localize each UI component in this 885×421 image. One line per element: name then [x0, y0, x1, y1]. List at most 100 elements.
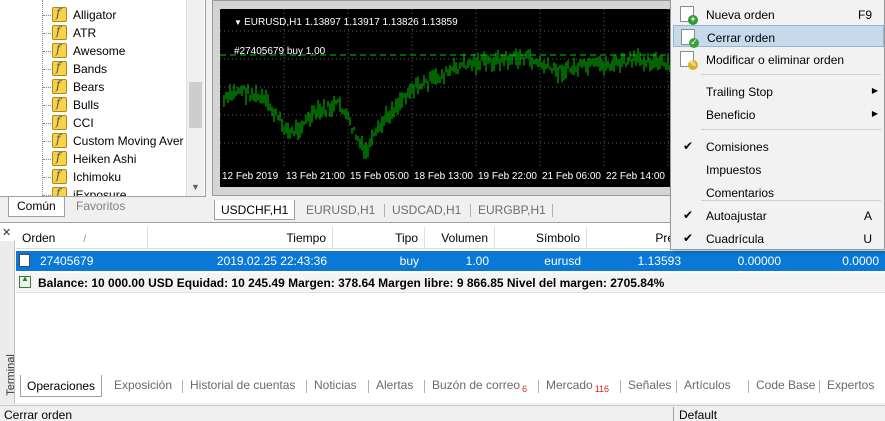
order-time: 2019.02.25 22:43:36	[216, 254, 327, 268]
tab-usdchf-h1[interactable]: USDCHF,H1	[214, 200, 296, 220]
column-header-simbolo[interactable]: Símbolo	[495, 227, 587, 249]
tree-item-label: Bears	[73, 80, 105, 94]
order-take-profit: 0.0000	[842, 254, 879, 268]
tree-item-alligator[interactable]: Alligator	[0, 6, 186, 24]
menu-item-nueva-orden[interactable]: + Nueva orden F9	[673, 3, 884, 25]
tab-favoritos[interactable]: Favoritos	[68, 197, 133, 217]
tree-item-iexposure[interactable]: iExposure	[0, 186, 186, 196]
time-axis-label: 19 Feb 22:00	[478, 171, 537, 182]
column-header-tiempo[interactable]: Tiempo	[148, 227, 333, 249]
close-order-icon: ✓	[681, 29, 699, 48]
tab-buzon-de-correo[interactable]: Buzón de correo 6	[426, 376, 533, 396]
order-type: buy	[399, 254, 419, 268]
tab-exposicion[interactable]: Exposición	[108, 376, 178, 396]
menu-item-impuestos[interactable]: Impuestos	[673, 158, 884, 180]
time-axis-label: 21 Feb 06:00	[542, 171, 601, 182]
navigator-scrollbar[interactable]: ▼	[186, 0, 204, 196]
tab-senales[interactable]: Señales	[622, 376, 677, 396]
submenu-arrow-icon: ▶	[871, 109, 878, 118]
tab-historial-de-cuentas[interactable]: Historial de cuentas	[184, 376, 301, 396]
tree-item-awesome[interactable]: Awesome	[0, 42, 186, 60]
tree-item-bulls[interactable]: Bulls	[0, 96, 186, 114]
check-icon: ✔	[683, 139, 694, 153]
navigator-tabs: Común Favoritos	[0, 196, 206, 218]
tree-item-bears[interactable]: Bears	[0, 78, 186, 96]
scrollbar-thumb[interactable]	[189, 82, 202, 128]
time-axis: 12 Feb 2019 13 Feb 21:00 15 Feb 05:00 18…	[220, 169, 675, 187]
terminal-sidebar: Terminal	[0, 241, 17, 404]
order-volume: 1.00	[465, 254, 489, 268]
market-count-badge: 116	[594, 384, 610, 394]
column-header-tipo[interactable]: Tipo	[333, 227, 425, 249]
time-axis-label: 22 Feb 14:00	[606, 171, 665, 182]
tab-eurusd-h1[interactable]: EURUSD,H1	[300, 202, 381, 220]
tree-item-heiken-ashi[interactable]: Heiken Ashi	[0, 150, 186, 168]
menu-item-modificar-orden[interactable]: ✎ Modificar o eliminar orden	[673, 48, 884, 70]
new-order-icon: +	[680, 6, 698, 25]
profile-name[interactable]: Default	[679, 408, 717, 421]
indicator-icon	[52, 96, 67, 112]
tab-articulos[interactable]: Artículos	[678, 376, 737, 396]
terminal-label: Terminal	[4, 354, 17, 396]
close-icon[interactable]: ✕	[2, 226, 11, 239]
column-header-volumen[interactable]: Volumen	[425, 227, 495, 249]
tree-item-label: Bulls	[73, 98, 100, 112]
tab-noticias[interactable]: Noticias	[308, 376, 363, 396]
tab-mercado[interactable]: Mercado 116	[540, 376, 615, 396]
check-icon: ✔	[683, 208, 694, 222]
time-axis-label: 15 Feb 05:00	[350, 171, 409, 182]
sort-indicator: /	[83, 234, 87, 245]
shortcut-label: A	[863, 209, 872, 223]
column-header-orden[interactable]: Orden /	[16, 227, 148, 249]
tab-usdcad-h1[interactable]: USDCAD,H1	[386, 202, 467, 220]
submenu-arrow-icon: ▶	[871, 86, 878, 95]
order-level-label: #27405679 buy 1.00	[234, 46, 326, 57]
tree-item-label: Ichimoku	[73, 170, 122, 184]
indicator-icon	[52, 114, 67, 130]
tab-operaciones[interactable]: Operaciones	[20, 375, 103, 397]
time-axis-label: 13 Feb 21:00	[286, 171, 345, 182]
table-row[interactable]: 27405679 2019.02.25 22:43:36 buy 1.00 eu…	[16, 251, 885, 271]
tab-eurgbp-h1[interactable]: EURGBP,H1	[472, 202, 552, 220]
indicator-icon	[52, 6, 67, 22]
tab-alertas[interactable]: Alertas	[370, 376, 419, 396]
tree-item-cci[interactable]: CCI	[0, 114, 186, 132]
menu-item-comisiones[interactable]: ✔ Comisiones	[673, 135, 884, 157]
shortcut-label: F9	[857, 8, 872, 22]
scroll-down-arrow-icon[interactable]: ▼	[191, 182, 200, 192]
order-document-icon	[19, 254, 30, 267]
balance-summary: Balance: 10 000.00 USD Equidad: 10 245.4…	[38, 276, 665, 290]
tab-code-base[interactable]: Code Base	[750, 376, 821, 396]
navigator-panel: Alligator ATR Awesome Bands Bears Bulls …	[0, 0, 206, 218]
indicator-icon	[52, 42, 67, 58]
tab-expertos[interactable]: Expertos	[821, 376, 880, 396]
time-axis-label: 12 Feb 2019	[222, 171, 279, 182]
tree-item-custom-moving-average[interactable]: Custom Moving Aver	[0, 132, 186, 150]
status-bar: Cerrar orden Default	[0, 405, 885, 421]
tree-item-bands[interactable]: Bands	[0, 60, 186, 78]
order-id: 27405679	[40, 254, 94, 268]
indicator-icon	[52, 168, 67, 184]
candle-chart-svg	[220, 9, 675, 169]
menu-item-cuadricula[interactable]: ✔ Cuadrícula U	[673, 227, 884, 249]
indicator-icon	[52, 132, 67, 148]
menu-item-trailing-stop[interactable]: Trailing Stop ▶	[673, 80, 884, 102]
tree-item-label: iExposure	[73, 188, 127, 196]
tab-comun[interactable]: Común	[8, 197, 65, 217]
context-menu: + Nueva orden F9 ✓ Cerrar orden ✎ Modifi…	[670, 0, 885, 250]
balance-up-icon	[19, 274, 31, 288]
tree-item-atr[interactable]: ATR	[0, 24, 186, 42]
indicator-icon	[52, 150, 67, 166]
indicator-icon	[52, 78, 67, 94]
chart-window: EURUSD,H1 1.13897 1.13917 1.13826 1.1385…	[212, 0, 682, 196]
menu-item-cerrar-orden[interactable]: ✓ Cerrar orden	[673, 25, 884, 48]
order-symbol: eurusd	[544, 254, 581, 268]
menu-item-beneficio[interactable]: Beneficio ▶	[673, 103, 884, 125]
price-chart[interactable]: EURUSD,H1 1.13897 1.13917 1.13826 1.1385…	[220, 9, 675, 169]
tree-item-label: CCI	[73, 116, 94, 130]
tree-item-ichimoku[interactable]: Ichimoku	[0, 168, 186, 186]
indicator-icon	[52, 24, 67, 40]
order-price: 1.13593	[637, 254, 681, 268]
tree-item-label: Bands	[73, 62, 108, 76]
menu-item-autoajustar[interactable]: ✔ Autoajustar A	[673, 204, 884, 226]
